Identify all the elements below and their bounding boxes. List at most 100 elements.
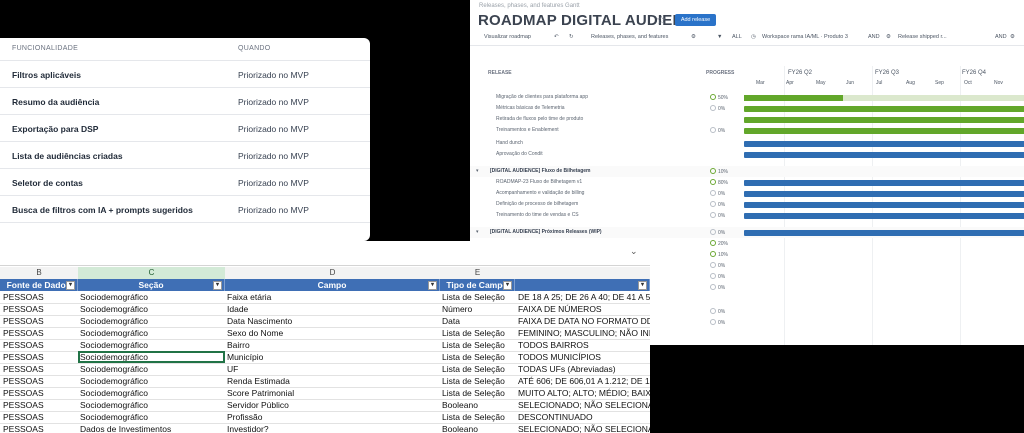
table-cell[interactable]: Sociodemográfico — [80, 400, 223, 410]
table-cell[interactable]: Bairro — [227, 340, 437, 350]
table-cell[interactable]: Booleano — [442, 424, 514, 433]
table-cell[interactable]: Município — [227, 352, 437, 362]
filter-dropdown-icon[interactable]: ▾ — [213, 281, 222, 290]
release-group-row[interactable]: ▾ [DIGITAL AUDIENCE] Fluxo de Bilhetagem 1… — [470, 166, 1024, 177]
table-cell[interactable]: TODOS MUNICÍPIOS — [518, 352, 650, 362]
table-cell[interactable]: Data — [442, 316, 514, 326]
header-tipo-de-campo[interactable]: Tipo de Campo ▾ — [440, 279, 515, 291]
table-cell[interactable]: Lista de Seleção — [442, 388, 514, 398]
redo-icon[interactable]: ↻ — [569, 34, 574, 40]
table-cell[interactable]: PESSOAS — [3, 376, 78, 386]
gantt-bar[interactable] — [744, 202, 1024, 208]
table-cell[interactable]: Sociodemográfico — [80, 292, 223, 302]
release-name[interactable]: ROADMAP-23 Fluxo de Bilhetagem v1 — [496, 179, 582, 185]
release-name[interactable]: [DIGITAL AUDIENCE] Próximos Releases (WI… — [490, 229, 602, 235]
table-cell[interactable]: Score Patrimonial — [227, 388, 437, 398]
column-letter-d[interactable]: D — [225, 267, 441, 279]
expand-icon[interactable]: ▾ — [476, 229, 479, 235]
expand-icon[interactable]: ▾ — [476, 168, 479, 174]
all-filter[interactable]: ALL — [732, 34, 742, 40]
table-cell[interactable]: Sociodemográfico — [80, 340, 223, 350]
table-cell[interactable]: PESSOAS — [3, 400, 78, 410]
table-cell[interactable]: Lista de Seleção — [442, 328, 514, 338]
table-cell[interactable]: FAIXA DE NÚMEROS — [518, 304, 650, 314]
table-cell[interactable]: Sociodemográfico — [80, 304, 223, 314]
table-cell[interactable]: Renda Estimada — [227, 376, 437, 386]
table-cell[interactable]: Sociodemográfico — [80, 376, 223, 386]
table-cell[interactable]: Sexo do Nome — [227, 328, 437, 338]
view-select[interactable]: Visualizar roadmap — [484, 34, 531, 40]
table-cell[interactable]: DESCONTINUADO — [518, 412, 650, 422]
header-campo[interactable]: Campo ▾ — [225, 279, 440, 291]
table-cell[interactable]: PESSOAS — [3, 292, 78, 302]
release-name[interactable]: Definição de processo de bilhetagem — [496, 201, 578, 207]
table-cell[interactable]: Lista de Seleção — [442, 364, 514, 374]
release-name[interactable]: Métricas básicas de Telemetria — [496, 105, 565, 111]
table-cell[interactable]: SELECIONADO; NÃO SELECIONADO — [518, 424, 650, 433]
gantt-bar[interactable] — [744, 106, 1024, 112]
table-cell[interactable]: PESSOAS — [3, 304, 78, 314]
table-cell[interactable]: DE 18 A 25; DE 26 A 40; DE 41 A 55; DE 5… — [518, 292, 650, 302]
selected-cell[interactable] — [78, 351, 225, 363]
release-row[interactable]: Hand dunch — [470, 138, 1024, 149]
header-secao[interactable]: Seção ▾ — [78, 279, 225, 291]
phases-select[interactable]: Releases, phases, and features — [591, 34, 668, 40]
formula-bar[interactable]: ⌄ — [0, 241, 650, 266]
release-name[interactable]: Retirada de fluxos pelo time de produto — [496, 116, 583, 122]
table-cell[interactable]: Sociodemográfico — [80, 328, 223, 338]
column-letter-e[interactable]: E — [440, 267, 516, 279]
table-cell[interactable]: PESSOAS — [3, 388, 78, 398]
add-release-button[interactable]: Add release — [675, 14, 716, 26]
table-cell[interactable]: Servidor Público — [227, 400, 437, 410]
gantt-bar[interactable] — [744, 230, 1024, 236]
release-name[interactable]: Treinamento do time de vendas e CS — [496, 212, 579, 218]
release-name[interactable]: Aprovação do Condit — [496, 151, 543, 157]
filter-dropdown-icon[interactable]: ▾ — [428, 281, 437, 290]
gantt-bar[interactable] — [744, 95, 1024, 101]
table-cell[interactable]: PESSOAS — [3, 424, 78, 433]
header-valores[interactable]: ▾ — [515, 279, 650, 291]
table-cell[interactable]: PESSOAS — [3, 364, 78, 374]
release-row[interactable]: Métricas básicas de Telemetria 0% — [470, 103, 1024, 114]
release-row[interactable]: ROADMAP-23 Fluxo de Bilhetagem v1 80% — [470, 177, 1024, 188]
table-cell[interactable]: PESSOAS — [3, 328, 78, 338]
column-letter-f[interactable] — [515, 267, 650, 279]
release-name[interactable]: [DIGITAL AUDIENCE] Fluxo de Bilhetagem — [490, 168, 590, 174]
release-row[interactable]: Treinamentos e Enablement 0% — [470, 125, 1024, 136]
gantt-bar[interactable] — [744, 152, 1024, 158]
release-row[interactable]: Retirada de fluxos pelo time de produto — [470, 114, 1024, 125]
column-letter-b[interactable]: B — [0, 267, 79, 279]
table-cell[interactable]: Investidor? — [227, 424, 437, 433]
table-cell[interactable]: Profissão — [227, 412, 437, 422]
gantt-bar[interactable] — [744, 117, 1024, 123]
filter-icon[interactable]: ▼ — [717, 34, 722, 40]
release-filter[interactable]: Release shipped r... — [898, 34, 947, 40]
table-cell[interactable]: SELECIONADO; NÃO SELECIONADO — [518, 400, 650, 410]
release-row[interactable]: Definição de processo de bilhetagem 0% — [470, 199, 1024, 210]
table-cell[interactable]: Sociodemográfico — [80, 412, 223, 422]
table-cell[interactable]: Lista de Seleção — [442, 340, 514, 350]
release-row[interactable]: Aprovação do Condit — [470, 149, 1024, 160]
release-group-row[interactable]: ▾ [DIGITAL AUDIENCE] Próximos Releases (W… — [470, 227, 1024, 238]
table-cell[interactable]: Sociodemográfico — [80, 388, 223, 398]
chevron-down-icon[interactable]: ⌄ — [630, 246, 638, 257]
workspace-filter[interactable]: Workspace rama IA/ML · Produto 3 — [762, 34, 848, 40]
table-cell[interactable]: Lista de Seleção — [442, 292, 514, 302]
table-cell[interactable]: Booleano — [442, 400, 514, 410]
settings-icon[interactable]: ⚙ — [1010, 34, 1015, 40]
release-name[interactable]: Migração de clientes para plataforma app — [496, 94, 588, 100]
filter-dropdown-icon[interactable]: ▾ — [638, 281, 647, 290]
table-cell[interactable]: Sociodemográfico — [80, 364, 223, 374]
release-name[interactable]: Hand dunch — [496, 140, 523, 146]
table-cell[interactable]: FEMININO; MASCULINO; NÃO INFORMADO — [518, 328, 650, 338]
table-cell[interactable]: FAIXA DE DATA NO FORMATO DD/MM/AAAA — [518, 316, 650, 326]
table-cell[interactable]: Faixa etária — [227, 292, 437, 302]
gantt-bar[interactable] — [744, 213, 1024, 219]
table-cell[interactable]: Lista de Seleção — [442, 412, 514, 422]
table-cell[interactable]: Idade — [227, 304, 437, 314]
release-row[interactable]: Migração de clientes para plataforma app… — [470, 92, 1024, 103]
settings-icon[interactable]: ⚙ — [886, 34, 891, 40]
release-row[interactable]: Treinamento do time de vendas e CS 0% — [470, 210, 1024, 221]
filter-dropdown-icon[interactable]: ▾ — [503, 281, 512, 290]
table-cell[interactable]: MUITO ALTO; ALTO; MÉDIO; BAIXO; MUITO BA… — [518, 388, 650, 398]
